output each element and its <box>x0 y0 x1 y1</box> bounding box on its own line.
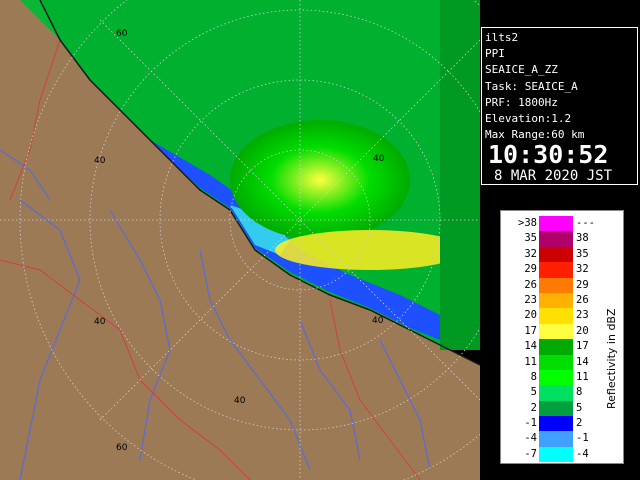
legend-row: 8 11 <box>513 369 605 386</box>
station-name: ilts2 <box>485 31 519 44</box>
ring-label: 40 <box>372 316 384 326</box>
legend-row: 23 26 <box>513 292 605 309</box>
legend-row: >38 --- <box>513 216 605 232</box>
legend-color-swatch <box>539 431 573 447</box>
legend-row: -1 2 <box>513 416 605 432</box>
legend-row: 26 29 <box>513 277 605 293</box>
echo-core <box>230 120 410 240</box>
legend-upper-bound: 23 <box>576 309 589 322</box>
legend-lower-bound: 23 <box>524 293 537 306</box>
legend-row: 14 17 <box>513 339 605 355</box>
legend-upper-bound: -4 <box>576 447 589 460</box>
radar-info-panel: ilts2 PPI SEAICE_A_ZZ Task: SEAICE_A PRF… <box>481 27 638 185</box>
observation-time: 10:30:52 <box>488 140 609 170</box>
legend-upper-bound: 20 <box>576 324 589 337</box>
legend-lower-bound: 20 <box>524 309 537 322</box>
radar-ppi-map: 60 40 40 40 40 60 40 <box>0 0 480 480</box>
legend-color-swatch <box>539 277 573 293</box>
legend-row: 35 38 <box>513 231 605 247</box>
reflectivity-legend: >38 --- 35 38 32 35 29 32 26 29 23 26 20 23 17 20 14 17 11… <box>500 210 624 464</box>
legend-lower-bound: 8 <box>530 370 537 383</box>
legend-lower-bound: 29 <box>524 263 537 276</box>
legend-color-swatch <box>539 308 573 324</box>
legend-upper-bound: 26 <box>576 293 589 306</box>
ring-label: 40 <box>94 156 106 166</box>
legend-row: 29 32 <box>513 262 605 278</box>
legend-upper-bound: 11 <box>576 370 589 383</box>
legend-upper-bound: 14 <box>576 355 589 368</box>
legend-upper-bound: --- <box>576 217 595 229</box>
legend-upper-bound: -1 <box>576 432 589 445</box>
prf-value: PRF: 1800Hz <box>485 95 558 109</box>
legend-upper-bound: 2 <box>576 417 583 430</box>
observation-date: 8 MAR 2020 JST <box>494 168 613 185</box>
legend-color-swatch <box>539 246 573 263</box>
legend-row: 25 <box>513 400 605 417</box>
product-name: SEAICE_A_ZZ <box>485 63 558 77</box>
legend-color-swatch <box>539 262 573 278</box>
task-name: Task: SEAICE_A <box>485 79 578 93</box>
legend-row: 58 <box>513 385 605 401</box>
legend-color-swatch <box>539 354 573 370</box>
scan-mode: PPI <box>485 47 505 61</box>
legend-lower-bound: 14 <box>524 340 537 353</box>
legend-lower-bound: 5 <box>530 386 537 399</box>
legend-color-swatch <box>539 323 573 340</box>
legend-color-swatch <box>539 339 573 355</box>
legend-color-swatch <box>539 292 573 309</box>
legend-lower-bound: 26 <box>524 278 537 291</box>
legend-color-swatch <box>539 385 573 401</box>
legend-scale: >38 --- 35 38 32 35 29 32 26 29 23 26 20 23 17 20 14 17 11… <box>513 216 605 463</box>
legend-color-swatch <box>539 416 573 432</box>
ring-label: 40 <box>94 317 106 327</box>
ring-label: 40 <box>234 396 246 406</box>
legend-row: -4 -1 <box>513 431 605 447</box>
legend-upper-bound: 29 <box>576 278 589 291</box>
legend-lower-bound: 11 <box>524 355 537 368</box>
legend-lower-bound: -4 <box>524 432 537 445</box>
echo-band <box>275 230 465 270</box>
legend-lower-bound: 32 <box>524 247 537 260</box>
legend-upper-bound: 8 <box>576 386 583 399</box>
elevation-value: Elevation:1.2 <box>485 112 572 126</box>
legend-upper-bound: 35 <box>576 247 589 260</box>
legend-upper-bound: 38 <box>576 232 589 245</box>
legend-row: 11 14 <box>513 354 605 370</box>
legend-lower-bound: 2 <box>530 401 537 414</box>
ring-label: 60 <box>116 443 128 453</box>
legend-row: 32 35 <box>513 246 605 263</box>
legend-upper-bound: 32 <box>576 263 589 276</box>
legend-color-swatch <box>539 231 573 247</box>
legend-lower-bound: -1 <box>524 417 537 430</box>
legend-lower-bound: >38 <box>518 217 537 229</box>
legend-upper-bound: 17 <box>576 340 589 353</box>
legend-row: 20 23 <box>513 308 605 324</box>
legend-lower-bound: -7 <box>524 447 537 460</box>
legend-color-swatch <box>539 400 573 417</box>
legend-unit-label: Reflectivity in dBZ <box>605 308 618 409</box>
ring-label: 60 <box>116 29 128 39</box>
legend-color-swatch <box>539 216 573 232</box>
legend-lower-bound: 35 <box>524 232 537 245</box>
legend-upper-bound: 5 <box>576 401 583 414</box>
legend-row: -7 -4 <box>513 446 605 463</box>
legend-color-swatch <box>539 446 573 463</box>
legend-row: 17 20 <box>513 323 605 340</box>
echo-east-edge <box>440 0 480 350</box>
legend-color-swatch <box>539 369 573 386</box>
ring-label: 40 <box>373 154 385 164</box>
legend-lower-bound: 17 <box>524 324 537 337</box>
